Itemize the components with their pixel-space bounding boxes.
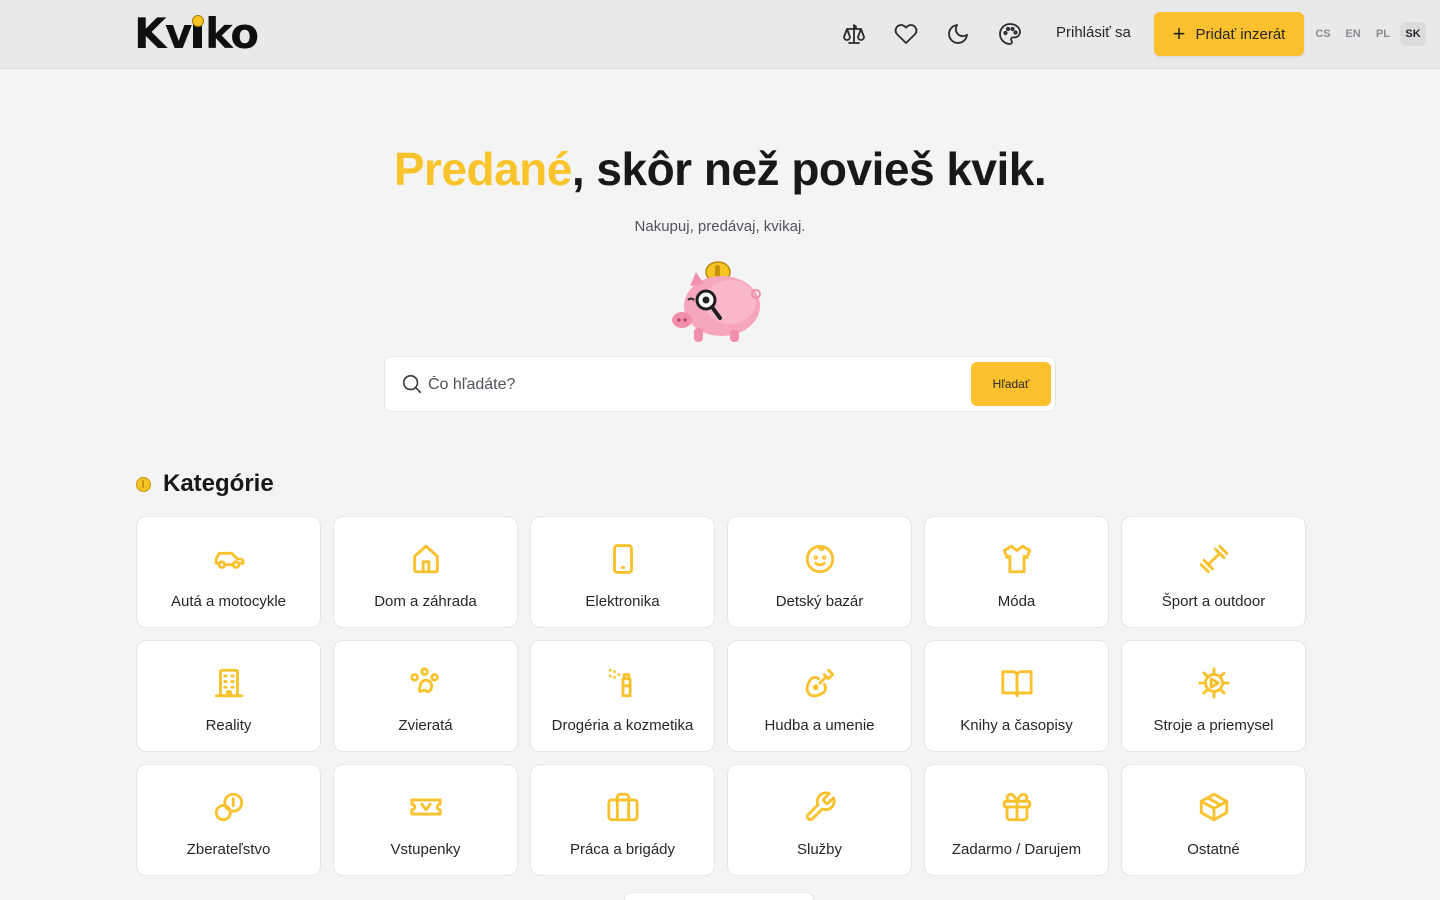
- category-label: Zberateľstvo: [186, 841, 271, 858]
- category-label: Ostatné: [1187, 841, 1240, 858]
- category-card-collecting[interactable]: Zberateľstvo: [136, 764, 321, 876]
- box-icon: [1196, 789, 1232, 825]
- scale-icon[interactable]: [841, 21, 867, 47]
- plus-icon: +: [1172, 21, 1186, 46]
- category-label: Dom a záhrada: [374, 593, 477, 610]
- category-card-cosmetics[interactable]: Drogéria a kozmetika: [530, 640, 715, 752]
- add-listing-button[interactable]: + Pridať inzerát: [1154, 12, 1304, 56]
- categories-heading: Kategórie: [136, 470, 274, 498]
- moon-icon[interactable]: [945, 21, 971, 47]
- baby-icon: [802, 541, 838, 577]
- category-label: Práca a brigády: [569, 841, 676, 858]
- lang-cs[interactable]: CS: [1310, 22, 1336, 46]
- category-card-other[interactable]: Ostatné: [1121, 764, 1306, 876]
- partially-visible-card: [624, 892, 814, 900]
- category-label: Elektronika: [585, 593, 660, 610]
- hero-tagline: Nakupuj, predávaj, kvikaj.: [634, 218, 806, 235]
- lang-sk[interactable]: SK: [1400, 22, 1426, 46]
- gear-icon: [1196, 665, 1232, 701]
- book-icon: [999, 665, 1035, 701]
- category-label: Hudba a umenie: [764, 717, 875, 734]
- search-icon: [401, 373, 425, 397]
- search-input[interactable]: [428, 371, 948, 399]
- category-label: Knihy a časopisy: [960, 717, 1073, 734]
- guitar-icon: [802, 665, 838, 701]
- category-label: Móda: [997, 593, 1036, 610]
- ticket-icon: [408, 789, 444, 825]
- lang-en[interactable]: EN: [1340, 22, 1366, 46]
- lang-pl[interactable]: PL: [1370, 22, 1396, 46]
- category-label: Reality: [205, 717, 252, 734]
- category-label: Detský bazár: [775, 593, 864, 610]
- paw-icon: [408, 665, 444, 701]
- category-card-jobs[interactable]: Práca a brigády: [530, 764, 715, 876]
- category-card-fashion[interactable]: Móda: [924, 516, 1109, 628]
- category-label: Vstupenky: [390, 841, 461, 858]
- category-card-animals[interactable]: Zvieratá: [333, 640, 518, 752]
- category-card-services[interactable]: Služby: [727, 764, 912, 876]
- category-card-machines[interactable]: Stroje a priemysel: [1121, 640, 1306, 752]
- category-card-home-garden[interactable]: Dom a záhrada: [333, 516, 518, 628]
- heart-icon[interactable]: [893, 21, 919, 47]
- categories-grid: Autá a motocykle Dom a záhrada Elektroni…: [136, 516, 1306, 876]
- category-card-kids[interactable]: Detský bazár: [727, 516, 912, 628]
- category-label: Šport a outdoor: [1161, 593, 1266, 610]
- building-icon: [211, 665, 247, 701]
- hero-title: Predané, skôr než povieš kvik.: [0, 142, 1440, 196]
- hero-title-rest: , skôr než povieš kvik.: [571, 143, 1047, 195]
- category-label: Drogéria a kozmetika: [551, 717, 694, 734]
- phone-icon: [605, 541, 641, 577]
- category-label: Služby: [796, 841, 843, 858]
- category-label: Autá a motocykle: [170, 593, 287, 610]
- spray-bottle-icon: [605, 665, 641, 701]
- briefcase-icon: [605, 789, 641, 825]
- hero-title-accent: Predané: [393, 143, 573, 195]
- category-card-sport[interactable]: Šport a outdoor: [1121, 516, 1306, 628]
- login-link[interactable]: Prihlásiť sa: [1056, 24, 1131, 41]
- language-switcher: CS EN PL SK: [1310, 22, 1426, 46]
- coins-icon: [211, 789, 247, 825]
- search-button[interactable]: Hľadať: [971, 362, 1051, 406]
- search-bar: Hľadať: [384, 356, 1056, 412]
- shirt-icon: [999, 541, 1035, 577]
- house-icon: [408, 541, 444, 577]
- dumbbell-icon: [1196, 541, 1232, 577]
- category-label: Zadarmo / Darujem: [951, 841, 1082, 858]
- palette-icon[interactable]: [997, 21, 1023, 47]
- category-card-books[interactable]: Knihy a časopisy: [924, 640, 1109, 752]
- category-card-music-art[interactable]: Hudba a umenie: [727, 640, 912, 752]
- top-navbar: Kv ko Prihlásiť sa + Pridať inzerát CS EN…: [0, 0, 1440, 69]
- wrench-icon: [802, 789, 838, 825]
- coin-icon: [136, 476, 151, 492]
- add-listing-label: Pridať inzerát: [1195, 25, 1286, 43]
- gift-icon: [999, 789, 1035, 825]
- category-card-reality[interactable]: Reality: [136, 640, 321, 752]
- category-card-tickets[interactable]: Vstupenky: [333, 764, 518, 876]
- category-label: Zvieratá: [398, 717, 453, 734]
- category-card-free[interactable]: Zadarmo / Darujem: [924, 764, 1109, 876]
- categories-title: Kategórie: [163, 470, 274, 497]
- piggy-bank-mascot: [668, 258, 772, 346]
- category-card-cars[interactable]: Autá a motocykle: [136, 516, 321, 628]
- category-card-electronics[interactable]: Elektronika: [530, 516, 715, 628]
- car-icon: [211, 541, 247, 577]
- category-label: Stroje a priemysel: [1153, 717, 1274, 734]
- kviko-logo[interactable]: Kv ko: [134, 12, 259, 56]
